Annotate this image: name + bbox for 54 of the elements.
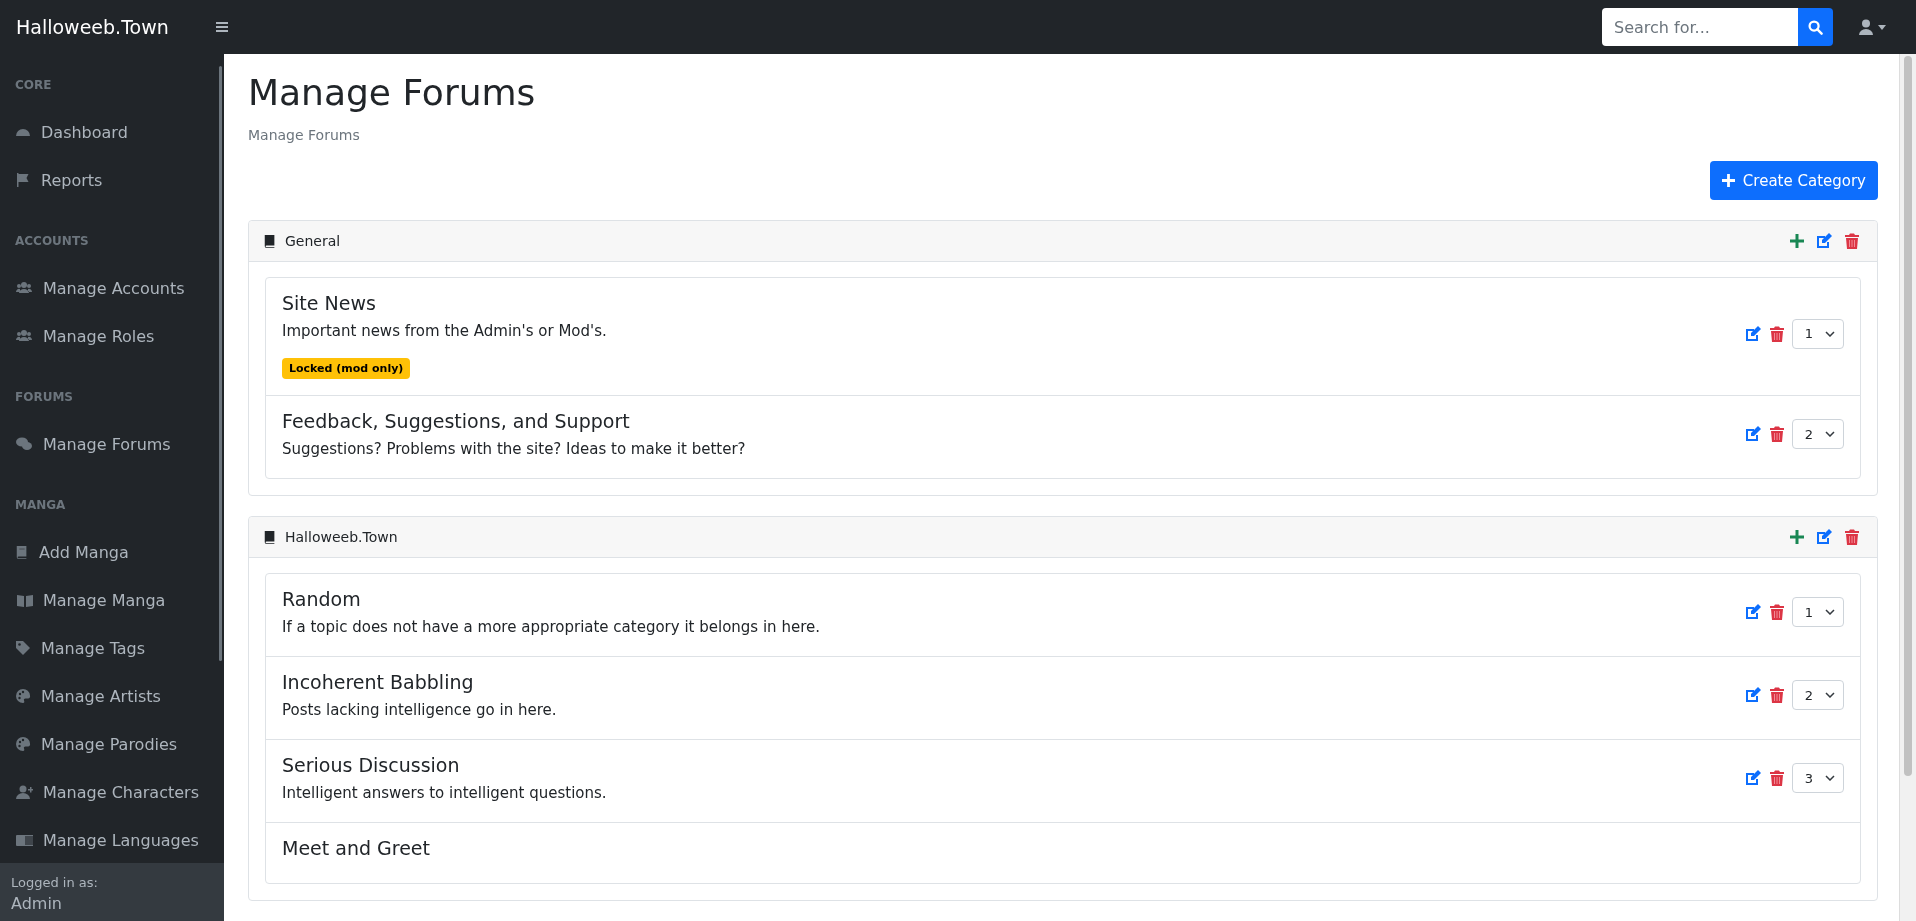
sidebar-item[interactable]: Manage Forums	[0, 420, 220, 468]
forum-name: Feedback, Suggestions, and Support	[282, 410, 630, 432]
section-heading: MANGA	[14, 497, 67, 514]
sidebar-item[interactable]: Dashboard	[0, 108, 220, 156]
sidebar-item[interactable]: Manage Manga	[0, 576, 220, 624]
page-title: Manage Forums	[248, 71, 537, 113]
sidebar-item-label: Dashboard	[41, 122, 128, 142]
sidebar-item-label: Manage Parodies	[41, 734, 178, 754]
forum-name: Site News	[282, 292, 376, 314]
sidebar-item-label: Manage Forums	[43, 434, 171, 454]
sidebar-item-label: Reports	[41, 170, 103, 190]
sidebar-item-label: Manage Accounts	[43, 278, 185, 298]
sidebar-item[interactable]: Reports	[0, 156, 220, 204]
forum-name: Serious Discussion	[282, 754, 460, 776]
section-heading: ACCOUNTS	[14, 233, 90, 250]
sidebar-item[interactable]: Manage Characters	[0, 768, 220, 816]
search-field[interactable]: Search for...	[1602, 8, 1798, 46]
create-category-button[interactable]: Create Category	[1709, 161, 1878, 200]
forum-name: Incoherent Babbling	[282, 671, 474, 693]
section-heading: CORE	[14, 77, 53, 94]
sidebar-item[interactable]: Manage Languages	[0, 816, 220, 863]
forum-description: If a topic does not have a more appropriate category it belongs in here.	[282, 618, 820, 636]
sidebar-item-label: Manage Manga	[43, 590, 166, 610]
status-badge: Locked (mod only)	[282, 358, 411, 379]
category-name: Halloweeb.Town	[285, 529, 399, 545]
section-heading: FORUMS	[14, 389, 74, 406]
sidebar-item[interactable]: Manage Parodies	[0, 720, 220, 768]
sidebar-item-label: Manage Roles	[43, 326, 155, 346]
sidebar-item[interactable]: Manage Roles	[0, 312, 220, 360]
breadcrumb: Manage Forums	[248, 127, 361, 143]
user-name: Admin	[11, 894, 63, 913]
order-select[interactable]: 2	[1791, 419, 1844, 449]
order-select[interactable]: 3	[1791, 763, 1844, 793]
sidebar-item[interactable]: Manage Tags	[0, 624, 220, 672]
sidebar-item-label: Manage Characters	[43, 782, 199, 802]
category-name: General	[285, 233, 342, 249]
forum-description: Posts lacking intelligence go in here.	[282, 701, 557, 719]
forum-description: Important news from the Admin's or Mod's.	[282, 322, 607, 340]
order-select[interactable]: 1	[1791, 318, 1844, 349]
forum-description: Suggestions? Problems with the site? Ideas to make it better?	[282, 440, 746, 458]
forum-name: Random	[282, 588, 361, 610]
site-brand[interactable]: Halloweeb.Town	[16, 16, 216, 38]
sidebar-item-label: Manage Artists	[41, 686, 161, 706]
forum-name: Meet and Greet	[282, 837, 430, 859]
order-select[interactable]: 2	[1791, 680, 1844, 710]
sidebar-item-label: Manage Languages	[43, 830, 199, 850]
forum-description: Intelligent answers to intelligent questions.	[282, 784, 607, 802]
sidebar-item-label: Add Manga	[39, 542, 129, 562]
logged-in-caption: Logged in as:	[11, 875, 99, 890]
sidebar-item-label: Manage Tags	[41, 638, 146, 658]
sidebar-item[interactable]: Manage Artists	[0, 672, 220, 720]
sidebar-item[interactable]: Manage Accounts	[0, 264, 220, 312]
order-select[interactable]: 1	[1791, 597, 1844, 627]
sidebar-item[interactable]: Add Manga	[0, 528, 220, 576]
